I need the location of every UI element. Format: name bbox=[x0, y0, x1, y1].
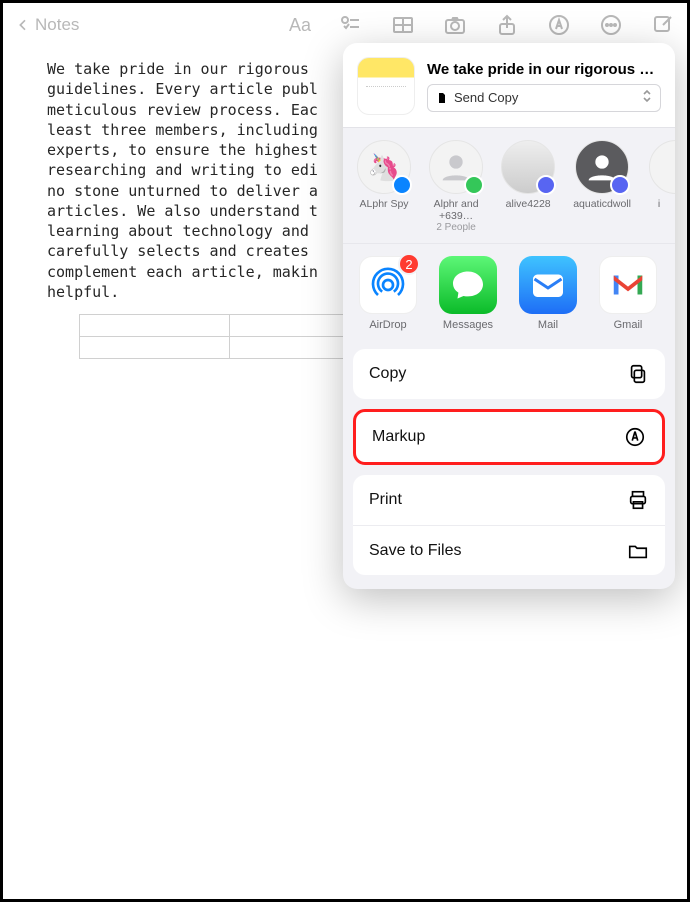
avatar: 🦄 bbox=[357, 140, 411, 194]
more-icon[interactable] bbox=[599, 13, 623, 37]
action-copy[interactable]: Copy bbox=[353, 349, 665, 399]
avatar bbox=[575, 140, 629, 194]
share-person[interactable]: Alphr and +639… 2 People bbox=[429, 140, 483, 233]
toolbar-actions: Aa bbox=[289, 13, 675, 37]
share-app-mail[interactable]: Mail bbox=[517, 256, 579, 331]
back-label: Notes bbox=[35, 15, 79, 35]
messages-icon bbox=[439, 256, 497, 314]
notes-app-icon bbox=[357, 57, 415, 115]
document-icon bbox=[436, 92, 448, 104]
compose-icon[interactable] bbox=[651, 13, 675, 37]
checklist-icon[interactable] bbox=[339, 13, 363, 37]
send-copy-selector[interactable]: Send Copy bbox=[427, 84, 661, 112]
action-save-to-files[interactable]: Save to Files bbox=[353, 525, 665, 575]
share-icon[interactable] bbox=[495, 13, 519, 37]
airdrop-icon: 2 bbox=[359, 256, 417, 314]
share-person[interactable]: i bbox=[649, 140, 669, 233]
share-title: We take pride in our rigorous edit… bbox=[427, 61, 661, 78]
share-person[interactable]: aquaticdwoll bbox=[573, 140, 631, 233]
share-header: We take pride in our rigorous edit… Send… bbox=[343, 43, 675, 127]
empty-table[interactable] bbox=[79, 314, 379, 359]
table-icon[interactable] bbox=[391, 13, 415, 37]
mail-icon bbox=[519, 256, 577, 314]
avatar bbox=[501, 140, 555, 194]
share-people-row: 🦄 ALphr Spy Alphr and +639… 2 People ali… bbox=[343, 128, 675, 243]
chevron-updown-icon bbox=[642, 89, 652, 106]
markup-icon bbox=[624, 426, 646, 448]
share-app-gmail[interactable]: Gmail bbox=[597, 256, 659, 331]
back-button[interactable]: Notes bbox=[15, 15, 79, 35]
share-actions: Copy Markup Print Save to Files bbox=[343, 341, 675, 589]
badge-count: 2 bbox=[398, 253, 420, 275]
text-style-icon[interactable]: Aa bbox=[289, 15, 311, 36]
gmail-icon bbox=[599, 256, 657, 314]
folder-icon bbox=[627, 540, 649, 562]
share-apps-row: 2 AirDrop Messages Mail Gmail bbox=[343, 243, 675, 341]
share-app-messages[interactable]: Messages bbox=[437, 256, 499, 331]
share-person[interactable]: alive4228 bbox=[501, 140, 555, 233]
discord-badge-icon bbox=[536, 175, 556, 195]
camera-icon[interactable] bbox=[443, 13, 467, 37]
share-sheet: We take pride in our rigorous edit… Send… bbox=[343, 43, 675, 589]
copy-icon bbox=[627, 363, 649, 385]
print-icon bbox=[627, 489, 649, 511]
top-toolbar: Notes Aa bbox=[3, 3, 687, 47]
share-person[interactable]: 🦄 ALphr Spy bbox=[357, 140, 411, 233]
avatar bbox=[649, 140, 675, 194]
messages-badge-icon bbox=[464, 175, 484, 195]
send-copy-label: Send Copy bbox=[454, 90, 518, 105]
airdrop-badge-icon bbox=[392, 175, 412, 195]
discord-badge-icon bbox=[610, 175, 630, 195]
markup-toolbar-icon[interactable] bbox=[547, 13, 571, 37]
share-app-airdrop[interactable]: 2 AirDrop bbox=[357, 256, 419, 331]
action-markup[interactable]: Markup bbox=[356, 412, 662, 462]
action-print[interactable]: Print bbox=[353, 475, 665, 525]
avatar bbox=[429, 140, 483, 194]
